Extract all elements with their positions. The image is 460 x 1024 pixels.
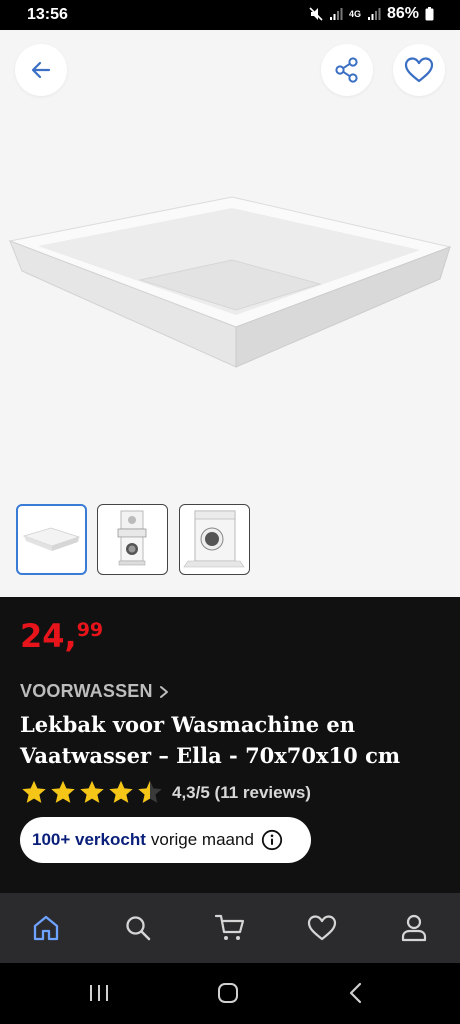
network-type: 4G — [348, 8, 361, 19]
washing-machine-thumbnail-image — [183, 510, 245, 568]
nav-profile[interactable] — [368, 893, 460, 963]
nav-favorites[interactable] — [276, 893, 368, 963]
nav-search[interactable] — [92, 893, 184, 963]
profile-icon — [401, 914, 427, 942]
rating[interactable]: 4,3/5 (11 reviews) — [20, 779, 311, 806]
share-icon — [335, 57, 358, 83]
sold-period: vorige maand — [150, 830, 254, 849]
cart-icon — [214, 914, 245, 940]
product-title: Lekbak voor Wasmachine en Vaatwasser – E… — [20, 712, 401, 768]
stacking-kit-thumbnail-image — [117, 510, 147, 566]
thumbnail-drip-tray[interactable] — [16, 504, 87, 575]
price-cents: 99 — [76, 619, 104, 641]
chevron-right-icon — [159, 685, 168, 698]
search-icon — [126, 916, 151, 941]
star-icon — [80, 780, 104, 803]
product-gallery[interactable] — [0, 30, 460, 597]
home-button-icon[interactable] — [216, 981, 240, 1005]
star-icon — [51, 780, 75, 803]
status-time: 13:56 — [27, 6, 68, 23]
partial-star-icon — [138, 780, 162, 803]
home-icon — [33, 915, 59, 941]
rating-text: 4,3/5 (11 reviews) — [172, 782, 311, 802]
heart-icon — [307, 915, 337, 941]
product-price: 24,99 — [20, 617, 103, 655]
back-button[interactable] — [15, 44, 67, 96]
thumbnail-stacking-kit[interactable] — [97, 504, 168, 575]
arrow-left-icon — [31, 61, 51, 79]
drip-tray-thumbnail-image — [22, 527, 81, 551]
sold-count: 100+ verkocht — [32, 830, 146, 849]
heart-icon — [404, 57, 434, 83]
battery-icon — [425, 7, 434, 21]
signal-icon — [329, 8, 343, 20]
share-button[interactable] — [321, 44, 373, 96]
nav-home[interactable] — [0, 893, 92, 963]
back-nav-icon[interactable] — [346, 981, 366, 1005]
thumbnail-washing-machine[interactable] — [179, 504, 250, 575]
recent-apps-icon[interactable] — [88, 981, 110, 1005]
info-icon[interactable] — [261, 829, 283, 851]
category-link[interactable]: VOORWASSEN — [20, 681, 169, 702]
signal-icon-2 — [367, 8, 381, 20]
battery-percent: 86% — [386, 5, 419, 22]
mute-icon — [309, 7, 323, 21]
star-icon — [109, 780, 133, 803]
favorite-button[interactable] — [393, 44, 445, 96]
product-info: 24,99 VOORWASSEN Lekbak voor Wasmachine … — [0, 597, 460, 893]
star-icon — [22, 780, 46, 803]
sold-count-badge[interactable]: 100+ verkocht vorige maand — [20, 817, 311, 863]
status-icons: 4G 86% — [309, 5, 434, 23]
price-main: 24, — [20, 617, 77, 655]
category-label: VOORWASSEN — [20, 681, 153, 701]
product-image[interactable] — [0, 180, 460, 420]
status-bar: 13:56 4G 86% — [0, 0, 460, 30]
nav-cart[interactable] — [184, 893, 276, 963]
system-navigation — [0, 963, 460, 1024]
bottom-navigation — [0, 893, 460, 963]
rating-stars — [20, 779, 164, 806]
